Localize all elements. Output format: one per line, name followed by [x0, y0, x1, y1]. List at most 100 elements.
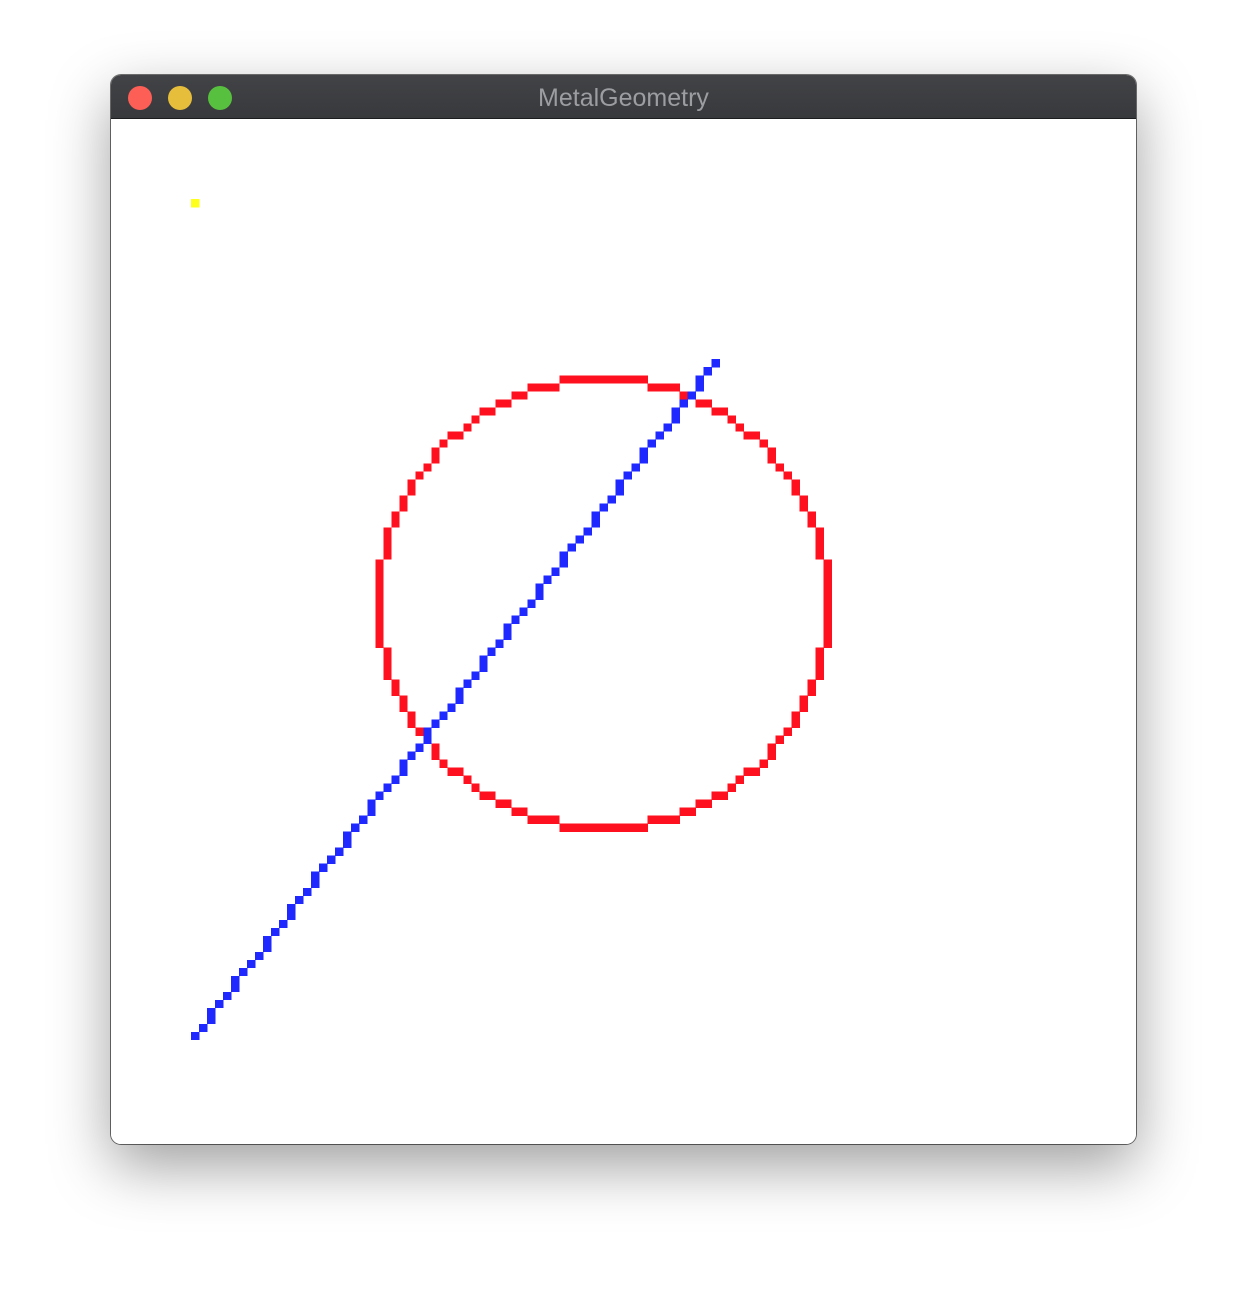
circle-pixel	[375, 575, 384, 584]
line-pixel	[503, 623, 512, 632]
circle-pixel	[783, 727, 792, 736]
line-pixel	[559, 559, 568, 568]
line-pixel	[447, 703, 456, 712]
circle-pixel	[695, 799, 704, 808]
render-canvas-area	[111, 119, 1136, 1144]
circle-pixel	[383, 655, 392, 664]
line-pixel	[695, 383, 704, 392]
circle-pixel	[375, 615, 384, 624]
circle-pixel	[791, 711, 800, 720]
circle-pixel	[431, 447, 440, 456]
line-pixel	[455, 687, 464, 696]
circle-pixel	[607, 375, 616, 384]
line-pixel	[271, 927, 280, 937]
circle-pixel	[823, 583, 833, 592]
circle-pixel	[415, 727, 424, 736]
circle-pixel	[575, 823, 584, 832]
line-pixel	[391, 775, 400, 784]
circle-pixel	[807, 511, 816, 520]
line-pixel	[479, 655, 488, 664]
circle-pixel	[511, 391, 520, 400]
circle-pixel	[823, 639, 833, 648]
circle-pixel	[431, 743, 440, 752]
circle-pixel	[479, 791, 488, 800]
line-pixel	[215, 999, 224, 1009]
line-pixel	[279, 919, 288, 929]
line-pixel	[623, 471, 632, 480]
point-pixel	[191, 199, 200, 208]
app-window: MetalGeometry	[111, 75, 1136, 1144]
circle-pixel	[711, 407, 720, 416]
line-pixel	[319, 863, 328, 873]
line-pixel	[663, 423, 672, 432]
line-pixel	[415, 743, 424, 752]
circle-pixel	[391, 679, 400, 688]
circle-pixel	[391, 511, 400, 520]
circle-pixel	[807, 519, 816, 528]
circle-pixel	[511, 807, 520, 816]
line-pixel	[591, 511, 600, 520]
line-pixel	[311, 871, 320, 881]
circle-pixel	[663, 383, 672, 392]
line-pixel	[711, 359, 720, 368]
circle-pixel	[783, 471, 792, 480]
line-pixel	[383, 783, 392, 792]
circle-pixel	[423, 463, 432, 472]
line-pixel	[255, 951, 264, 961]
line-pixel	[191, 1031, 200, 1041]
line-pixel	[615, 479, 624, 488]
circle-pixel	[759, 439, 768, 448]
title-bar[interactable]: MetalGeometry	[111, 75, 1136, 119]
circle-pixel	[815, 535, 824, 544]
line-pixel	[423, 727, 432, 736]
circle-pixel	[519, 807, 528, 816]
circle-pixel	[639, 823, 648, 832]
line-pixel	[231, 983, 240, 993]
line-pixel	[335, 847, 344, 857]
circle-pixel	[551, 383, 560, 392]
circle-pixel	[407, 479, 416, 488]
line-pixel	[559, 551, 568, 560]
circle-pixel	[439, 439, 448, 448]
circle-pixel	[703, 399, 712, 408]
circle-pixel	[495, 399, 504, 408]
circle-pixel	[447, 767, 456, 776]
circle-pixel	[375, 591, 384, 600]
line-pixel	[639, 455, 648, 464]
circle-pixel	[735, 775, 744, 784]
line-pixel	[655, 431, 664, 440]
circle-pixel	[383, 543, 392, 552]
circle-pixel	[655, 383, 664, 392]
line-pixel	[615, 487, 624, 496]
circle-pixel	[695, 399, 704, 408]
line-pixel	[367, 807, 376, 816]
circle-pixel	[439, 759, 448, 768]
line-pixel	[439, 711, 448, 720]
circle-pixel	[447, 431, 456, 440]
circle-pixel	[815, 543, 824, 552]
circle-pixel	[591, 375, 600, 384]
line-pixel	[399, 767, 408, 776]
circle-pixel	[519, 391, 528, 400]
circle-pixel	[815, 671, 824, 680]
circle-pixel	[815, 647, 824, 656]
circle-pixel	[375, 559, 384, 568]
circle-pixel	[567, 375, 576, 384]
line-pixel	[479, 663, 488, 672]
circle-pixel	[727, 783, 736, 792]
circle-pixel	[679, 391, 688, 400]
circle-pixel	[719, 791, 728, 800]
window-title: MetalGeometry	[538, 84, 709, 112]
circle-pixel	[391, 519, 400, 528]
circle-pixel	[823, 599, 833, 608]
circle-pixel	[751, 767, 760, 776]
line-pixel	[207, 1007, 216, 1017]
circle-pixel	[407, 487, 416, 496]
circle-pixel	[751, 431, 760, 440]
circle-pixel	[623, 823, 632, 832]
circle-pixel	[567, 823, 576, 832]
circle-pixel	[495, 799, 504, 808]
line-pixel	[263, 943, 272, 953]
circle-pixel	[591, 823, 600, 832]
line-pixel	[407, 751, 416, 760]
